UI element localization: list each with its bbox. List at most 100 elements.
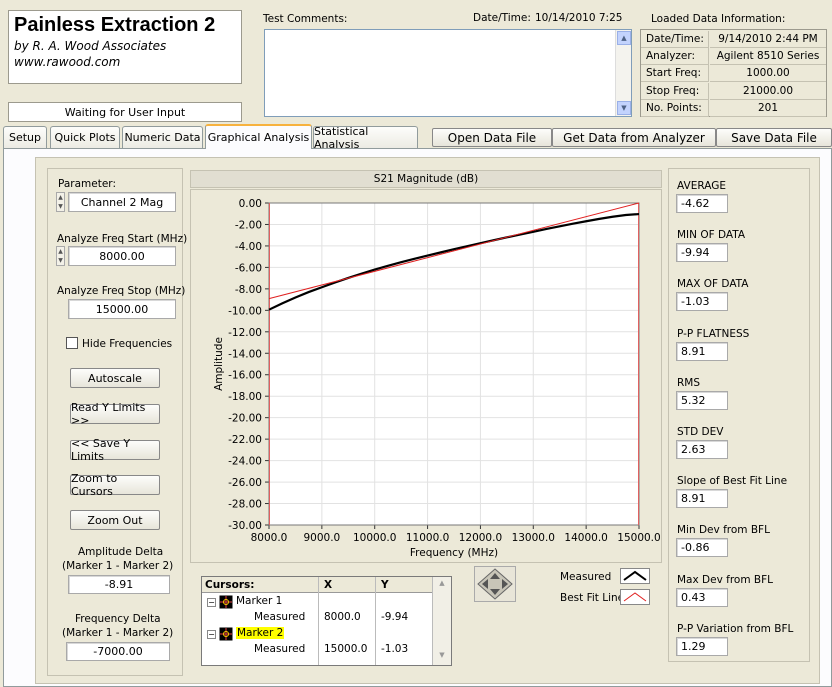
loaded-key: Date/Time: [641, 31, 709, 48]
y-axis-label: Amplitude [213, 337, 225, 391]
stat-value: 2.63 [676, 440, 728, 459]
legend-bfl-swatch[interactable] [620, 589, 650, 605]
scroll-up-icon[interactable]: ▲ [435, 579, 449, 591]
analyze-start-input[interactable]: 8000.00 [68, 246, 176, 266]
y-tick-label: -12.00 [228, 327, 262, 339]
loaded-value: 1000.00 [710, 65, 826, 83]
analyze-stop-label: Analyze Freq Stop (MHz) [57, 285, 186, 297]
app-title: Painless Extraction 2 [14, 14, 216, 36]
parameter-select[interactable]: Channel 2 Mag [68, 192, 176, 212]
y-tick-label: -6.00 [235, 262, 262, 274]
stat-value: -0.86 [676, 538, 728, 558]
loaded-data-table: Date/Time: 9/14/2010 2:44 PM Analyzer: Agil… [640, 29, 827, 117]
parameter-ring-arrows[interactable]: ▲ ▼ [56, 192, 65, 212]
stat-label: P-P FLATNESS [677, 327, 750, 340]
zoom-to-cursors-button[interactable]: Zoom to Cursors [70, 472, 160, 498]
tab-graphical-analysis[interactable]: Graphical Analysis [205, 124, 312, 149]
tab-numeric-data[interactable]: Numeric Data [122, 126, 203, 148]
analyze-start-label: Analyze Freq Start (MHz) [57, 233, 188, 245]
hide-frequencies-label: Hide Frequencies [82, 338, 173, 350]
x-tick-label: 13000.0 [512, 532, 555, 544]
cursors-col-x: X [324, 579, 333, 591]
read-y-limits-button[interactable]: Read Y Limits >> [70, 401, 160, 427]
y-tick-label: -4.00 [235, 241, 262, 253]
marker1-crosshair-icon [219, 595, 233, 609]
x-tick-label: 12000.0 [459, 532, 502, 544]
loaded-key: No. Points: [641, 99, 709, 117]
test-comments-label: Test Comments: [263, 13, 348, 25]
chart-title-bar: S21 Magnitude (dB) [190, 170, 662, 188]
stat-value: -4.62 [676, 194, 728, 213]
status-text: Waiting for User Input [64, 105, 186, 119]
datetime-value: 10/14/2010 7:25 [535, 12, 623, 24]
loaded-value: Agilent 8510 Series [710, 48, 826, 66]
datetime-label: Date/Time: [473, 12, 531, 24]
y-tick-label: -26.00 [228, 477, 262, 489]
y-tick-label: -22.00 [228, 434, 262, 446]
tab-setup[interactable]: Setup [3, 126, 47, 148]
scroll-down-icon[interactable]: ▼ [617, 101, 631, 115]
y-tick-label: -10.00 [228, 305, 262, 317]
frequency-delta-sublabel: (Marker 1 - Marker 2) [62, 627, 174, 639]
save-data-file-button[interactable]: Save Data File [716, 128, 832, 147]
stat-value: 1.29 [676, 636, 728, 656]
autoscale-button[interactable]: Autoscale [70, 368, 160, 388]
stat-label: Slope of Best Fit Line [677, 475, 788, 488]
x-tick-label: 14000.0 [564, 532, 607, 544]
cursors-scrollbar[interactable]: ▲ ▼ [432, 577, 451, 665]
test-comments-input[interactable]: ▲ ▼ [264, 29, 632, 117]
zoom-out-button[interactable]: Zoom Out [70, 510, 160, 530]
chart-title: S21 Magnitude (dB) [373, 173, 479, 185]
stat-value: -9.94 [676, 243, 728, 263]
x-tick-label: 8000.0 [251, 532, 288, 544]
collapse-icon[interactable]: − [207, 598, 216, 607]
loaded-value: 9/14/2010 2:44 PM [710, 31, 826, 48]
col-divider [318, 577, 319, 665]
x-tick-label: 15000.0 [617, 532, 660, 544]
loaded-value: 21000.00 [710, 83, 826, 100]
legend-bfl-label: Best Fit Line [560, 592, 625, 604]
get-data-from-analyzer-button[interactable]: Get Data from Analyzer [552, 128, 716, 147]
x-axis-label: Frequency (MHz) [410, 547, 498, 559]
marker2-crosshair-icon [219, 627, 233, 641]
comments-scrollbar[interactable]: ▲ ▼ [615, 30, 631, 116]
loaded-value: 201 [710, 100, 826, 117]
app-url: www.rawood.com [14, 55, 121, 69]
marker2-measured: Measured [254, 643, 306, 655]
analyze-start-stepper[interactable]: ▲ ▼ [56, 246, 65, 266]
stat-label: AVERAGE [677, 180, 726, 192]
stat-value: 8.91 [676, 489, 728, 509]
stat-label: MIN OF DATA [677, 229, 746, 242]
stat-value: 0.43 [676, 587, 728, 607]
marker2-y: -1.03 [381, 643, 409, 655]
stat-label: MAX OF DATA [677, 278, 749, 291]
status-panel: Waiting for User Input [8, 102, 242, 122]
scroll-down-icon[interactable]: ▼ [435, 651, 449, 663]
frequency-delta-label: Frequency Delta [75, 613, 161, 625]
tab-quick-plots[interactable]: Quick Plots [50, 126, 120, 148]
marker1-label[interactable]: Marker 1 [236, 595, 282, 607]
save-y-limits-button[interactable]: << Save Y Limits [70, 437, 160, 463]
amplitude-delta-value: -8.91 [68, 575, 170, 594]
collapse-icon[interactable]: − [207, 630, 216, 639]
diamond-move-icon[interactable] [475, 567, 515, 601]
y-tick-label: 0.00 [239, 198, 262, 210]
app-author: by R. A. Wood Associates [14, 39, 167, 53]
y-tick-label: -14.00 [228, 348, 262, 360]
stat-label: Min Dev from BFL [677, 524, 770, 537]
marker2-x: 15000.0 [324, 643, 368, 655]
open-data-file-button[interactable]: Open Data File [432, 128, 552, 147]
loaded-key: Start Freq: [641, 65, 709, 83]
y-tick-label: -28.00 [228, 499, 262, 511]
cursor-mover-control[interactable] [474, 566, 516, 602]
amplitude-delta-label: Amplitude Delta [78, 546, 164, 558]
analyze-stop-input[interactable]: 15000.00 [68, 299, 176, 319]
s21-magnitude-chart[interactable]: 0.00 -2.00 -4.00 -6.00 -8.00 -10.00 -12.00 -14.… [190, 189, 662, 563]
marker1-measured: Measured [254, 611, 306, 623]
y-tick-label: -8.00 [235, 284, 262, 296]
legend-measured-swatch[interactable] [620, 568, 650, 584]
tab-statistical-analysis[interactable]: Statistical Analysis [313, 125, 418, 151]
marker2-label[interactable]: Marker 2 [236, 627, 285, 639]
scroll-up-icon[interactable]: ▲ [617, 31, 631, 45]
hide-frequencies-checkbox[interactable] [66, 337, 78, 349]
